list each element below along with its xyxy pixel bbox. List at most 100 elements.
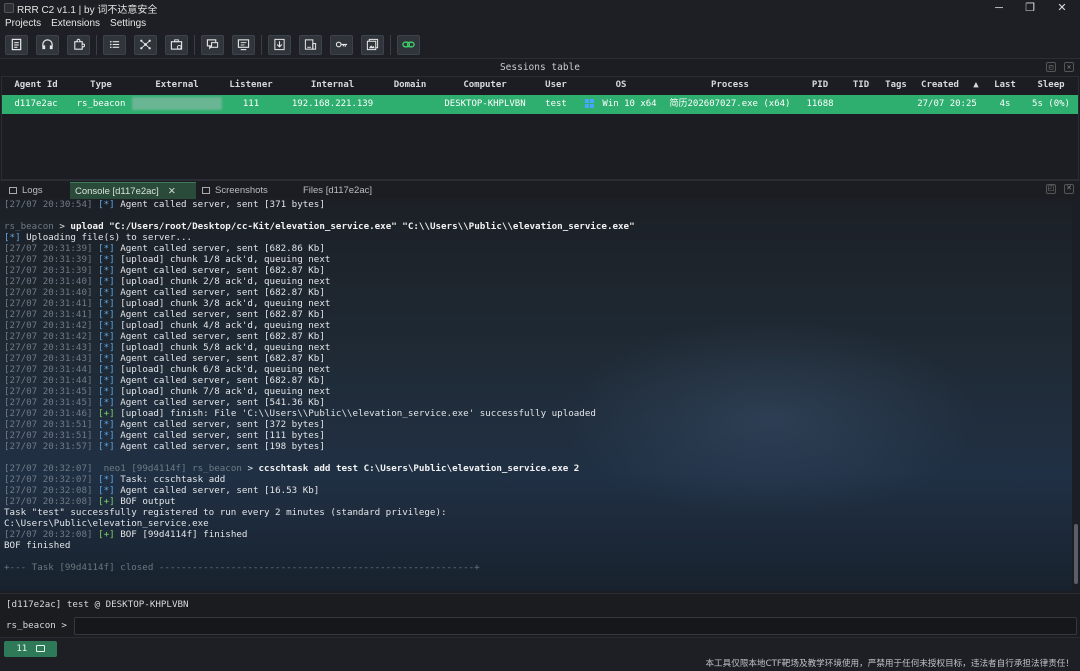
col-tags[interactable]: Tags — [877, 77, 915, 94]
col-pid[interactable]: PID — [795, 77, 845, 94]
close-panel-icon[interactable]: ✕ — [1064, 62, 1074, 72]
key-button[interactable] — [330, 34, 353, 55]
list-button[interactable] — [103, 34, 126, 55]
console-text: Agent called server, sent [16.53 Kb] — [114, 485, 320, 496]
tab-files-label: Files [d117e2ac] — [303, 185, 373, 196]
console-output[interactable]: [27/07 20:30:54] [*] Agent called server… — [0, 199, 1080, 591]
command-prompt-row: rs_beacon > — [0, 615, 1080, 637]
col-user[interactable]: User — [535, 77, 577, 94]
toolbar-separator — [96, 34, 97, 55]
cell-user: test — [545, 99, 567, 109]
tab-logs-label: Logs — [22, 185, 43, 196]
gallery-button[interactable] — [361, 34, 384, 55]
console-marker: [*] — [98, 353, 115, 364]
plugins-button[interactable] — [67, 34, 90, 55]
chat-icon — [206, 39, 219, 50]
col-domain[interactable]: Domain — [385, 77, 435, 94]
console-line: [27/07 20:31:57] [*] Agent called server… — [4, 441, 325, 452]
console-line: [27/07 20:32:08] [+] BOF [99d4114f] fini… — [4, 529, 247, 540]
tab-console[interactable]: Console [d117e2ac] ✕ — [70, 182, 196, 199]
col-agent-id[interactable]: Agent Id — [2, 77, 70, 94]
console-timestamp: [27/07 20:31:44] — [4, 375, 93, 386]
console-timestamp: [27/07 20:31:40] — [4, 276, 93, 287]
console-line: [27/07 20:31:46] [+] [upload] finish: Fi… — [4, 408, 596, 419]
menu-projects[interactable]: Projects — [0, 18, 46, 29]
col-external[interactable]: External — [132, 77, 222, 94]
close-console-icon[interactable]: ✕ — [1064, 184, 1074, 194]
console-scrollbar[interactable] — [1072, 199, 1080, 591]
console-text: Agent called server, sent [682.87 Kb] — [114, 265, 325, 276]
link-button[interactable] — [397, 34, 420, 55]
cell-os: Win 10 x64 — [577, 95, 665, 114]
console-timestamp: [27/07 20:32:07] — [4, 463, 93, 474]
console-marker: [*] — [98, 386, 115, 397]
console-timestamp: [27/07 20:31:44] — [4, 364, 93, 375]
col-sleep[interactable]: Sleep — [1023, 77, 1079, 94]
console-marker: [*] — [98, 320, 115, 331]
headphones-button[interactable] — [36, 34, 59, 55]
console-text: [upload] chunk 2/8 ack'd, queuing next — [114, 276, 331, 287]
cell-computer: DESKTOP-KHPLVBN — [444, 99, 526, 109]
console-text: Task "test" successfully registered to r… — [4, 507, 447, 518]
app-icon — [4, 3, 14, 13]
col-tid[interactable]: TID — [845, 77, 877, 94]
console-operator: neo1 [99d4114f] — [98, 463, 193, 474]
col-listener[interactable]: Listener — [222, 77, 280, 94]
console-text: Agent called server, sent [682.86 Kb] — [114, 243, 325, 254]
float-panel-icon[interactable]: ◰ — [1046, 62, 1056, 72]
menu-settings[interactable]: Settings — [105, 18, 151, 29]
col-type[interactable]: Type — [70, 77, 132, 94]
console-marker: [*] — [98, 276, 115, 287]
close-button[interactable]: ✕ — [1045, 0, 1079, 16]
redaction-mask — [132, 97, 222, 110]
tab-logs[interactable]: Logs — [9, 182, 69, 199]
terminal-icon — [304, 39, 317, 50]
console-timestamp: [27/07 20:31:39] — [4, 254, 93, 265]
console-marker: [*] — [4, 232, 21, 243]
targets-button[interactable] — [165, 34, 188, 55]
console-line: [27/07 20:31:43] [*] Agent called server… — [4, 353, 325, 364]
console-text: C:\Users\Public\elevation_service.exe — [4, 518, 209, 529]
windows-icon — [585, 99, 595, 108]
tab-files[interactable]: Files [d117e2ac] — [303, 182, 399, 199]
console-marker: [*] — [98, 430, 115, 441]
console-line: Task "test" successfully registered to r… — [4, 507, 447, 518]
col-last[interactable]: Last — [987, 77, 1023, 94]
terminal-button[interactable] — [299, 34, 322, 55]
col-computer[interactable]: Computer — [435, 77, 535, 94]
screen-button[interactable] — [232, 34, 255, 55]
command-input[interactable] — [74, 617, 1077, 635]
session-row[interactable]: d117e2ac rs_beacon 111 192.168.221.139 D… — [2, 95, 1078, 114]
chat-button[interactable] — [201, 34, 224, 55]
console-text: BOF [99d4114f] finished — [114, 529, 248, 540]
scrollbar-thumb[interactable] — [1074, 524, 1078, 584]
col-created[interactable]: Created — [915, 77, 965, 94]
minimize-button[interactable]: ─ — [982, 0, 1016, 16]
console-line: [27/07 20:31:40] [*] Agent called server… — [4, 287, 325, 298]
console-prompt: rs_beacon — [4, 221, 54, 232]
cell-external-redacted — [132, 95, 222, 114]
tab-close-icon[interactable]: ✕ — [168, 186, 176, 197]
session-count: 11 — [16, 644, 28, 654]
float-console-icon[interactable]: ◰ — [1046, 184, 1056, 194]
console-line: [27/07 20:31:51] [*] Agent called server… — [4, 430, 325, 441]
session-count-tab[interactable]: 11 — [4, 641, 57, 657]
col-process[interactable]: Process — [665, 77, 795, 94]
console-marker: [*] — [98, 298, 115, 309]
maximize-button[interactable]: ❐ — [1013, 0, 1047, 16]
notes-button[interactable] — [5, 34, 28, 55]
console-line: C:\Users\Public\elevation_service.exe — [4, 518, 209, 529]
console-line: [27/07 20:30:54] [*] Agent called server… — [4, 199, 325, 210]
menu-extensions[interactable]: Extensions — [46, 18, 105, 29]
col-internal[interactable]: Internal — [280, 77, 385, 94]
graph-button[interactable] — [134, 34, 157, 55]
window-title: RRR C2 v1.1 | by 词不达意安全 — [17, 4, 158, 16]
link-icon — [402, 41, 415, 48]
download-button[interactable] — [268, 34, 291, 55]
sort-indicator: ▲ — [973, 80, 979, 90]
tab-screenshots[interactable]: Screenshots — [202, 182, 298, 199]
console-timestamp: [27/07 20:31:51] — [4, 419, 93, 430]
col-os[interactable]: OS — [577, 77, 665, 94]
console-timestamp: [27/07 20:31:42] — [4, 320, 93, 331]
console-line: [27/07 20:32:07] neo1 [99d4114f] rs_beac… — [4, 463, 579, 474]
